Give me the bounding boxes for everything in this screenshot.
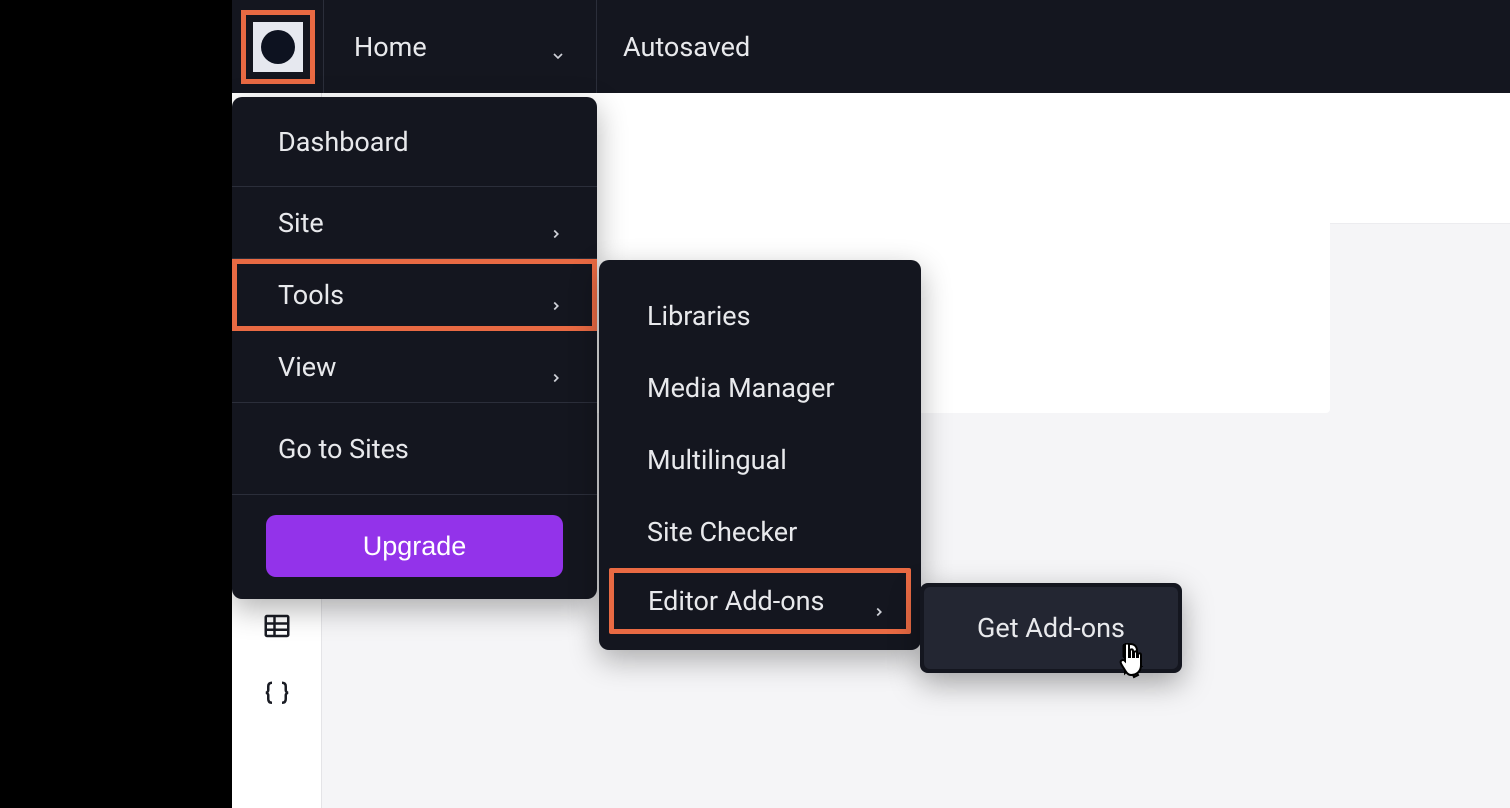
submenu-item-label: Media Manager: [647, 372, 835, 404]
submenu-item-media-manager[interactable]: Media Manager: [599, 352, 921, 424]
menu-item-go-to-sites[interactable]: Go to Sites: [232, 403, 597, 495]
submenu-item-label: Libraries: [647, 300, 751, 332]
chevron-right-icon: [549, 360, 563, 374]
submenu-item-site-checker[interactable]: Site Checker: [599, 496, 921, 568]
chevron-right-icon: [549, 288, 563, 302]
menu-item-view[interactable]: View: [232, 331, 597, 403]
submenu-item-label: Multilingual: [647, 444, 787, 476]
menu-item-label: View: [278, 351, 336, 383]
submenu-item-label: Editor Add-ons: [648, 585, 824, 617]
menu-item-dashboard[interactable]: Dashboard: [232, 97, 597, 187]
app-logo[interactable]: [253, 22, 303, 72]
menu-item-tools-highlight: Tools: [232, 259, 597, 331]
tools-submenu: Libraries Media Manager Multilingual Sit…: [599, 260, 921, 650]
submenu-item-get-addons[interactable]: Get Add-ons: [924, 587, 1178, 669]
menu-item-label: Go to Sites: [278, 433, 409, 465]
menu-item-tools[interactable]: Tools: [232, 259, 597, 331]
upgrade-button[interactable]: Upgrade: [266, 515, 563, 577]
app-stage: Home Autosaved: [232, 0, 1510, 808]
submenu-item-libraries[interactable]: Libraries: [599, 280, 921, 352]
chevron-down-icon: [550, 39, 566, 55]
chevron-right-icon: [872, 594, 886, 608]
menu-item-label: Tools: [278, 279, 344, 311]
main-menu: Dashboard Site Tools View Go to Sites: [232, 97, 597, 599]
save-status-label: Autosaved: [623, 31, 750, 63]
table-icon[interactable]: [260, 609, 294, 643]
upgrade-row: Upgrade: [232, 495, 597, 577]
save-status: Autosaved: [597, 31, 750, 63]
page-selector-label: Home: [354, 31, 427, 63]
submenu-item-label: Get Add-ons: [977, 612, 1125, 644]
menu-item-label: Dashboard: [278, 126, 409, 158]
logo-highlight-frame: [241, 10, 315, 84]
submenu-item-multilingual[interactable]: Multilingual: [599, 424, 921, 496]
page-selector-dropdown[interactable]: Home: [324, 0, 597, 93]
upgrade-button-label: Upgrade: [363, 531, 467, 562]
menu-item-site[interactable]: Site: [232, 187, 597, 259]
top-bar: Home Autosaved: [232, 0, 1510, 93]
submenu-item-editor-addons[interactable]: Editor Add-ons: [609, 568, 911, 634]
logo-circle-icon: [261, 30, 295, 64]
editor-addons-submenu: Get Add-ons: [920, 583, 1182, 673]
submenu-item-label: Site Checker: [647, 516, 797, 548]
chevron-right-icon: [549, 216, 563, 230]
code-braces-icon[interactable]: [260, 677, 294, 711]
logo-cell: [232, 0, 324, 93]
menu-item-label: Site: [278, 207, 324, 239]
